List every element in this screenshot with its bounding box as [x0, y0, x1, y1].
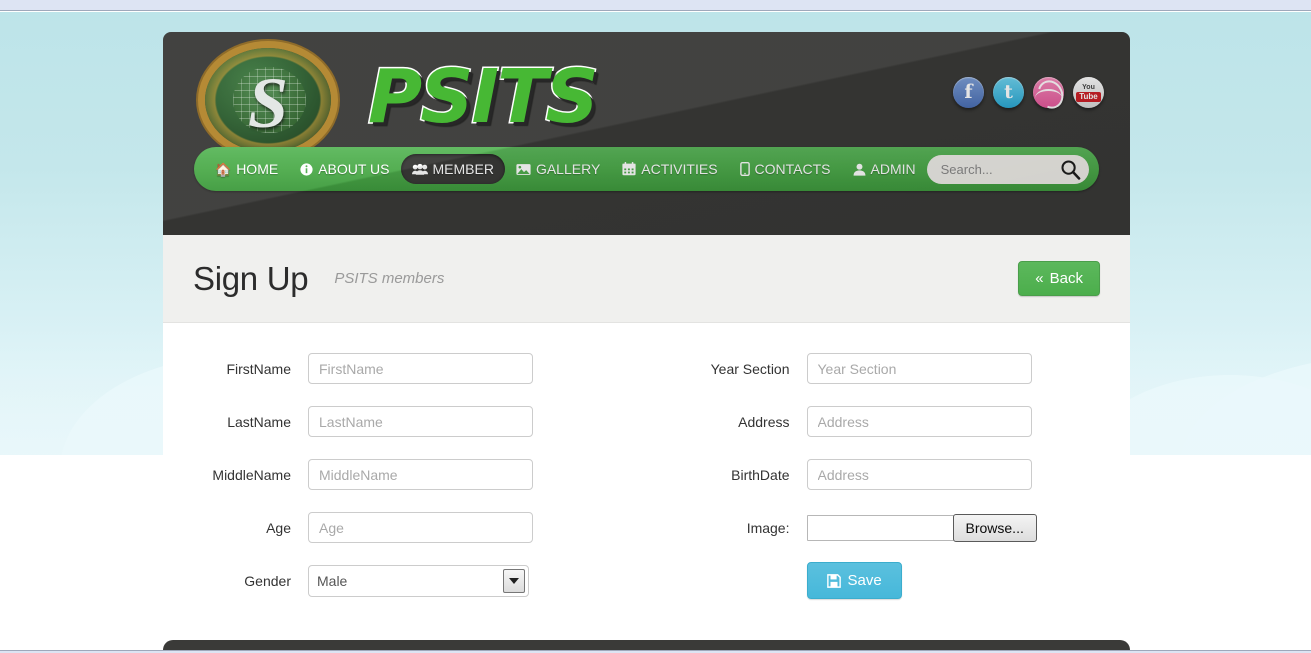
year-section-input[interactable]	[806, 353, 1032, 384]
signup-form: FirstName LastName MiddleName Age	[163, 353, 1130, 618]
nav-item-admin[interactable]: ADMIN	[842, 154, 927, 184]
page-title: Sign Up	[193, 259, 309, 297]
youtube-glyph-box: Tube	[1076, 91, 1101, 102]
year-section-label: Year Section	[710, 360, 790, 377]
file-path-field[interactable]	[806, 514, 954, 541]
nav-item-about-us[interactable]: ABOUT US	[289, 154, 400, 184]
nav-label: HOME	[236, 161, 279, 177]
firstname-label: FirstName	[226, 360, 291, 377]
nav-item-contacts[interactable]: CONTACTS	[729, 154, 842, 184]
back-button[interactable]: « Back	[1018, 261, 1100, 296]
save-button-label: Save	[847, 572, 882, 589]
user-icon	[853, 163, 866, 176]
dribbble-icon[interactable]	[1033, 77, 1064, 108]
nav-label: ADMIN	[870, 161, 916, 177]
image-icon	[516, 163, 531, 176]
nav-item-gallery[interactable]: GALLERY	[505, 154, 611, 184]
search-button[interactable]	[1060, 159, 1081, 180]
search-box	[926, 154, 1089, 184]
info-icon	[300, 162, 313, 176]
address-label: Address	[738, 413, 790, 430]
form-column-left: FirstName LastName MiddleName Age	[163, 353, 647, 618]
file-input-group: Browse...	[806, 513, 1037, 542]
signup-form-section: FirstName LastName MiddleName Age	[163, 323, 1130, 640]
field-row-firstname: FirstName	[163, 353, 647, 384]
field-row-gender: Gender Male Female	[163, 564, 647, 597]
address-input[interactable]	[806, 406, 1032, 437]
facebook-glyph: f	[964, 81, 973, 103]
twitter-icon[interactable]: t	[993, 77, 1024, 108]
nav-item-activities[interactable]: ACTIVITIES	[611, 154, 728, 184]
nav-label: GALLERY	[535, 161, 601, 177]
field-row-year-section: Year Section	[647, 353, 1131, 384]
field-row-age: Age	[163, 512, 647, 543]
seal-letter: S	[247, 62, 289, 143]
page-subtitle: PSITS members	[334, 270, 445, 287]
field-row-birthdate: BirthDate	[647, 459, 1131, 490]
brand-wordmark[interactable]: PSITS	[367, 53, 601, 142]
chevron-left-double-icon: «	[1035, 270, 1044, 287]
nav-item-home[interactable]: 🏠 HOME	[204, 154, 289, 184]
firstname-input[interactable]	[308, 353, 533, 384]
nav-label: CONTACTS	[754, 161, 831, 177]
browse-button[interactable]: Browse...	[952, 513, 1037, 542]
field-row-lastname: LastName	[163, 406, 647, 437]
screenshot-viewport: S PSITS f t You Tube 🏠 HOME ABOUT US MEM…	[0, 0, 1311, 653]
twitter-glyph: t	[1004, 81, 1013, 103]
nav-label: MEMBER	[432, 161, 494, 177]
age-label: Age	[266, 519, 291, 536]
facebook-icon[interactable]: f	[953, 77, 984, 108]
site-header: S PSITS f t You Tube 🏠 HOME ABOUT US MEM…	[163, 32, 1130, 235]
form-column-right: Year Section Address BirthDate Image:	[647, 353, 1131, 618]
field-row-save: Save	[647, 562, 1131, 599]
main-navigation: 🏠 HOME ABOUT US MEMBER GALLERY ACTIVITIE…	[194, 147, 1099, 191]
calendar-icon	[622, 162, 636, 176]
back-button-label: Back	[1049, 270, 1083, 287]
mobile-icon	[739, 162, 750, 176]
age-input[interactable]	[308, 512, 533, 543]
save-icon	[826, 573, 841, 588]
psits-seal-logo-icon[interactable]: S	[205, 48, 331, 152]
gender-label: Gender	[244, 572, 291, 589]
lastname-input[interactable]	[308, 406, 533, 437]
search-icon	[1061, 159, 1081, 180]
image-label: Image:	[746, 519, 790, 536]
nav-label: ABOUT US	[318, 161, 390, 177]
users-icon	[411, 163, 428, 176]
gender-select-wrap: Male Female	[308, 564, 529, 597]
field-row-address: Address	[647, 406, 1131, 437]
birthdate-label: BirthDate	[731, 466, 790, 483]
gender-select[interactable]: Male Female	[308, 564, 529, 597]
home-icon: 🏠	[215, 161, 232, 177]
middlename-label: MiddleName	[212, 466, 291, 483]
lastname-label: LastName	[227, 413, 291, 430]
middlename-input[interactable]	[308, 459, 533, 490]
nav-item-member[interactable]: MEMBER	[400, 154, 505, 184]
save-button[interactable]: Save	[806, 562, 902, 599]
nav-label: ACTIVITIES	[641, 161, 718, 177]
site-container: S PSITS f t You Tube 🏠 HOME ABOUT US MEM…	[163, 32, 1130, 653]
youtube-glyph-top: You	[1082, 83, 1095, 91]
page-titlebar: Sign Up PSITS members « Back	[163, 235, 1130, 323]
field-row-image: Image: Browse...	[647, 512, 1131, 543]
social-links: f t You Tube	[953, 77, 1104, 108]
field-row-middlename: MiddleName	[163, 459, 647, 490]
birthdate-input[interactable]	[806, 459, 1032, 490]
browser-chrome-strip	[0, 0, 1311, 11]
youtube-icon[interactable]: You Tube	[1073, 77, 1104, 108]
